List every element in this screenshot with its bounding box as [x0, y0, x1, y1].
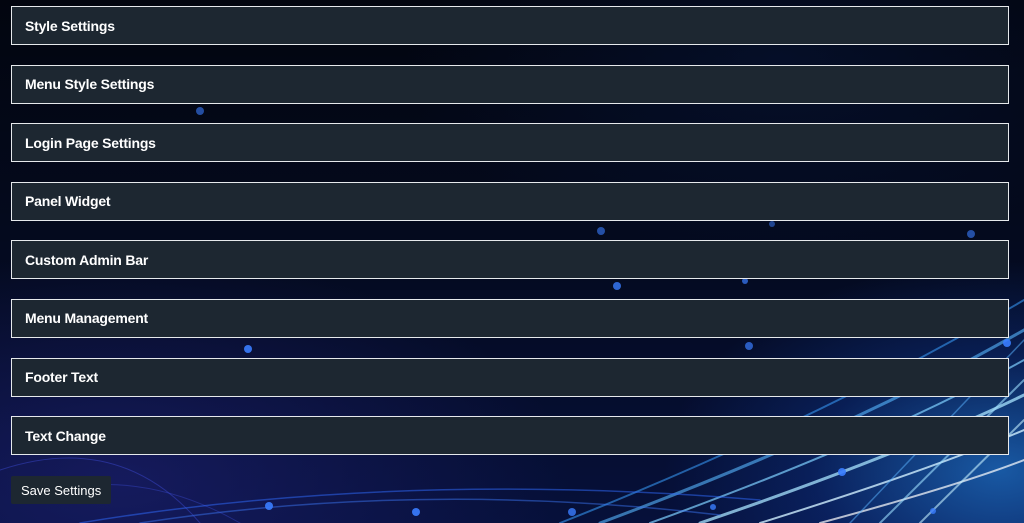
panel-title: Login Page Settings — [25, 134, 156, 151]
panel-custom-admin-bar[interactable]: Custom Admin Bar — [11, 240, 1009, 280]
panel-title: Menu Style Settings — [25, 76, 155, 93]
panel-style-settings[interactable]: Style Settings — [11, 6, 1009, 45]
panel-title: Style Settings — [25, 17, 115, 34]
save-settings-button[interactable]: Save Settings — [11, 476, 112, 504]
panel-title: Custom Admin Bar — [25, 251, 149, 268]
panel-title: Text Change — [25, 427, 106, 444]
panel-title: Footer Text — [25, 369, 98, 386]
settings-panel-list: Style Settings Menu Style Settings Login… — [11, 6, 1009, 475]
panel-menu-style-settings[interactable]: Menu Style Settings — [11, 64, 1009, 104]
panel-login-page-settings[interactable]: Login Page Settings — [11, 123, 1009, 163]
panel-title: Menu Management — [25, 310, 149, 327]
panel-menu-management[interactable]: Menu Management — [11, 298, 1009, 338]
panel-footer-text[interactable]: Footer Text — [11, 357, 1009, 397]
panel-panel-widget[interactable]: Panel Widget — [11, 181, 1009, 221]
panel-text-change[interactable]: Text Change — [11, 416, 1009, 456]
panel-title: Panel Widget — [25, 193, 111, 210]
